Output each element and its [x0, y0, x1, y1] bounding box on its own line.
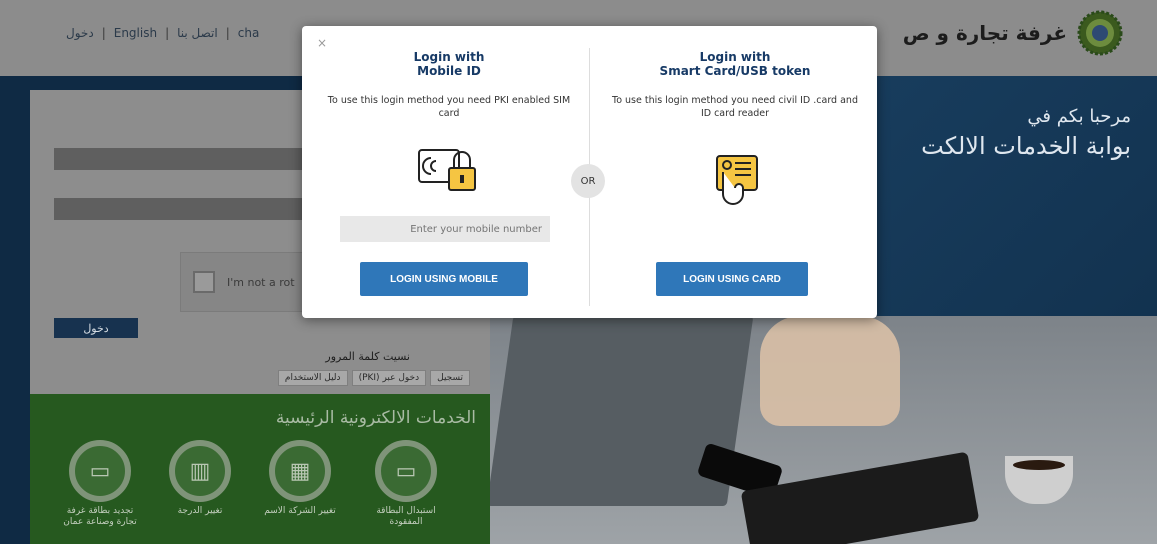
or-badge: OR [571, 164, 605, 198]
brand: غرفة تجارة و ص [903, 10, 1123, 56]
card-renew-icon: ▭ [69, 440, 131, 502]
separator: | [225, 26, 230, 40]
company-change-icon: ▦ [269, 440, 331, 502]
card-login-title: Login with Smart Card/USB token [610, 50, 860, 79]
services-title: الخدمات الالكترونية الرئيسية [275, 408, 476, 428]
pki-login-link[interactable]: (PKI) دخول عبر [351, 370, 427, 386]
english-link[interactable]: English [114, 26, 157, 40]
service-card-replace[interactable]: ▭ استبدال البطاقة المفقودة [366, 440, 446, 529]
service-grade-change[interactable]: ▥ تغيير الدرجة [160, 440, 240, 517]
portal-title: بوابة الخدمات الالكت [921, 132, 1131, 160]
login-using-card-button[interactable]: LOGIN USING CARD [656, 262, 808, 296]
mobile-title-line2: Mobile ID [417, 64, 481, 79]
grade-change-icon: ▥ [169, 440, 231, 502]
chamber-seal-icon [1077, 10, 1123, 56]
chat-link[interactable]: cha [238, 26, 260, 40]
welcome-text: مرحبا بكم في [1027, 106, 1131, 127]
separator: | [101, 26, 106, 40]
mobile-title-line1: Login with [413, 50, 485, 64]
auth-links: دليل الاستخدام (PKI) دخول عبر تسجيل [277, 370, 470, 386]
card-login-description: To use this login method you need civil … [612, 94, 858, 119]
user-guide-link[interactable]: دليل الاستخدام [277, 370, 348, 386]
contact-link[interactable]: اتصل بنا [177, 26, 218, 40]
top-links: دخول | English | اتصل بنا | cha [66, 26, 259, 40]
card-replace-icon: ▭ [375, 440, 437, 502]
close-icon[interactable]: × [317, 36, 327, 50]
service-company-change[interactable]: ▦ تغيير الشركة الاسم [260, 440, 340, 517]
mobile-number-input[interactable] [340, 216, 550, 242]
hand-image [760, 316, 900, 426]
mobile-login-description: To use this login method you need PKI en… [327, 94, 571, 119]
login-method-modal: × OR Login with Mobile ID To use this lo… [302, 26, 877, 318]
services-panel: الخدمات الالكترونية الرئيسية ▭ تجديد بطا… [30, 394, 490, 544]
login-link[interactable]: دخول [66, 26, 94, 40]
service-label: استبدال البطاقة المفقودة [376, 506, 436, 528]
service-label: تجديد بطاقة غرفة تجارة وصناعة عمان [63, 506, 137, 528]
recaptcha-checkbox[interactable] [193, 271, 215, 293]
recaptcha-label: I'm not a rot [227, 275, 295, 289]
login-using-mobile-button[interactable]: LOGIN USING MOBILE [360, 262, 528, 296]
mobile-login-column: Login with Mobile ID To use this login m… [324, 50, 574, 206]
mobile-lock-icon [418, 149, 476, 192]
service-label: تغيير الدرجة [177, 506, 223, 516]
forgot-password-link[interactable]: نسيت كلمة المرور [325, 350, 410, 363]
service-card-renew[interactable]: ▭ تجديد بطاقة غرفة تجارة وصناعة عمان [60, 440, 140, 529]
register-link[interactable]: تسجيل [430, 370, 470, 386]
service-label: تغيير الشركة الاسم [264, 506, 336, 516]
mobile-login-title: Login with Mobile ID [324, 50, 574, 79]
card-login-column: Login with Smart Card/USB token To use t… [610, 50, 860, 214]
brand-name: غرفة تجارة و ص [902, 21, 1067, 45]
separator: | [165, 26, 170, 40]
card-title-line2: Smart Card/USB token [659, 64, 811, 79]
card-title-line1: Login with [699, 50, 771, 64]
smart-card-icon [716, 155, 758, 206]
login-button[interactable]: دخول [54, 318, 138, 338]
